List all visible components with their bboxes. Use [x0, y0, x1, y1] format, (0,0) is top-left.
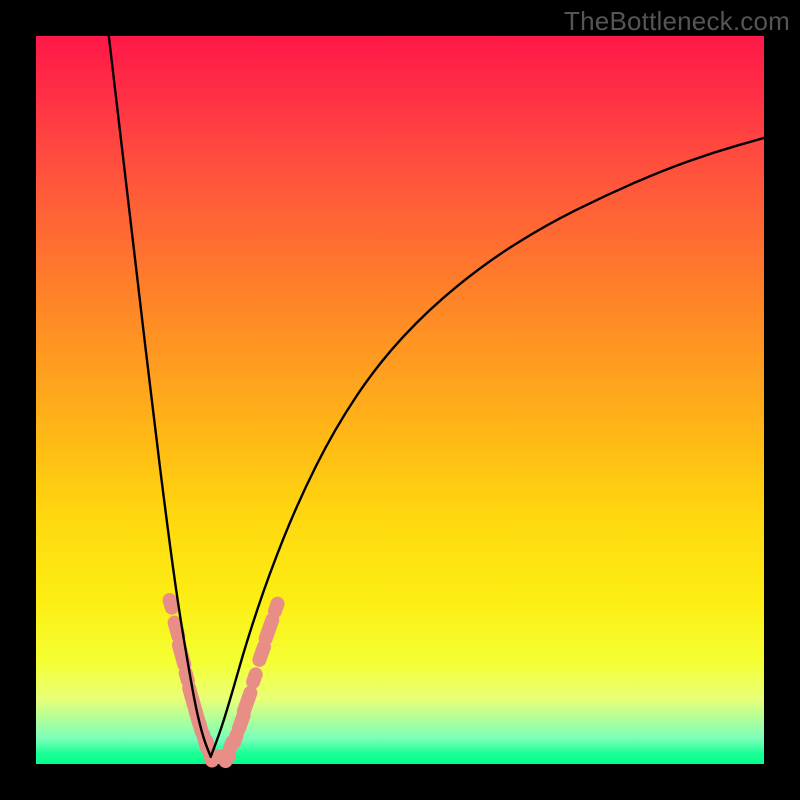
- plot-area: [36, 36, 764, 764]
- left-curve: [109, 36, 211, 757]
- watermark-text: TheBottleneck.com: [564, 6, 790, 37]
- salmon-bead: [235, 684, 259, 721]
- chart-frame: TheBottleneck.com: [0, 0, 800, 800]
- right-curve: [211, 138, 764, 757]
- curves-svg: [36, 36, 764, 764]
